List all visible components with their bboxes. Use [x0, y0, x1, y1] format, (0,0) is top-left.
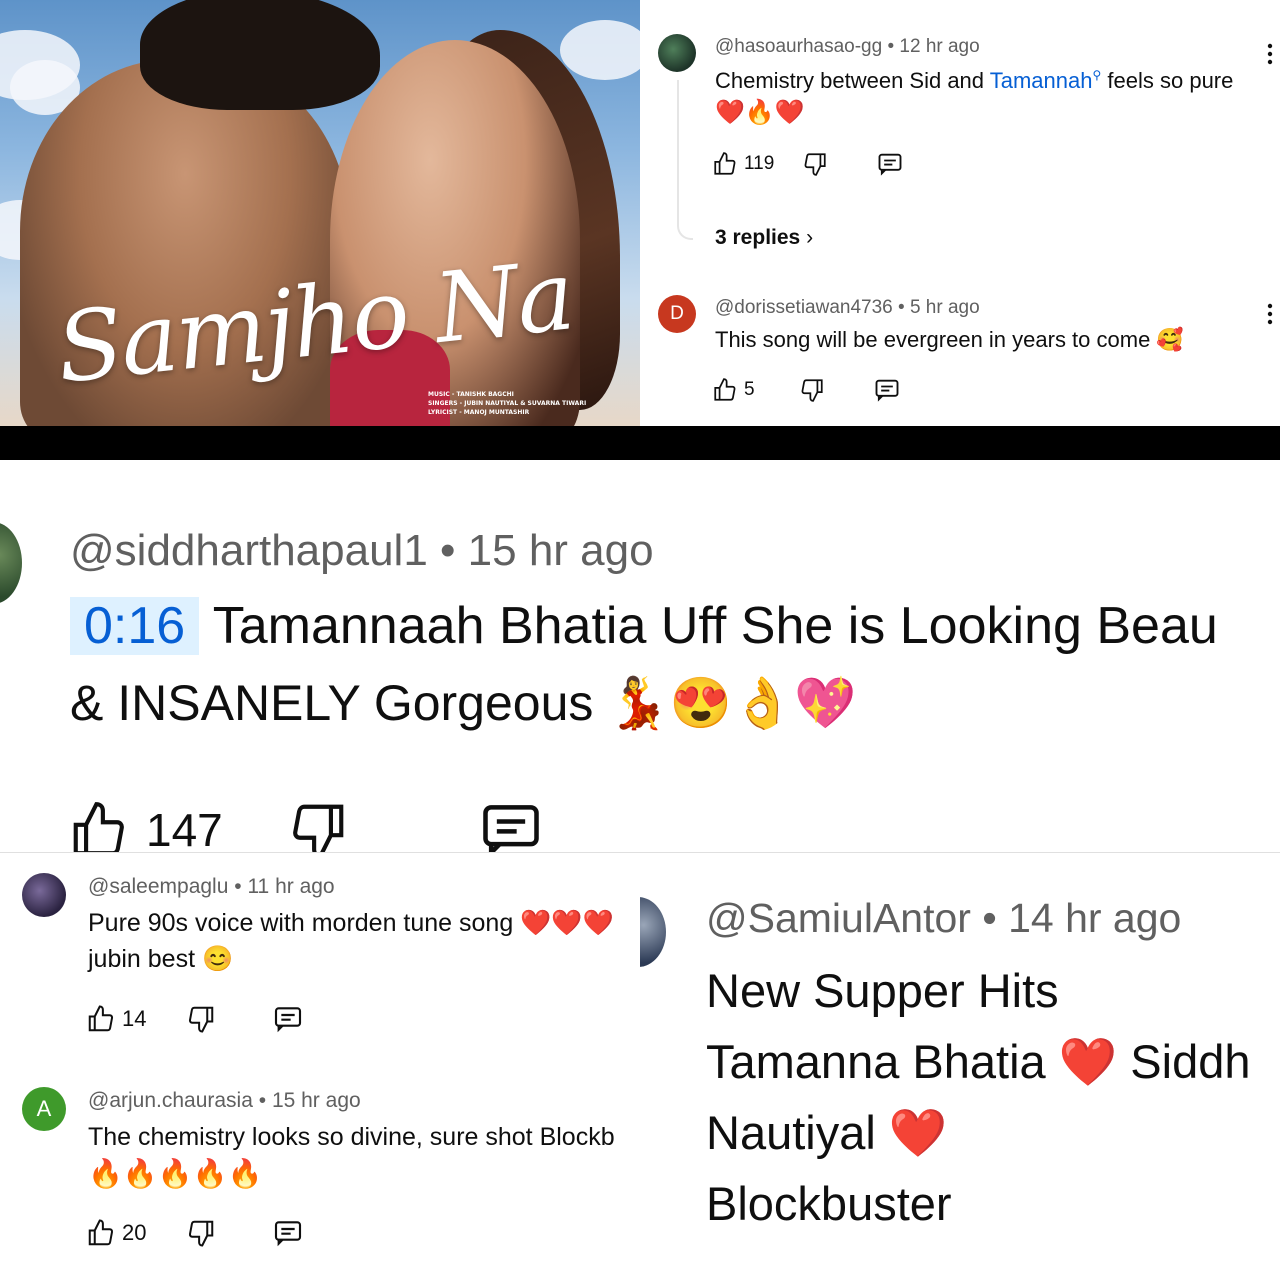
comment-text-part: Tamannaah Bhatia Uff She is Looking Beau	[212, 597, 1218, 655]
action-bar: 5	[712, 374, 901, 406]
comment-emoji: 🔥🔥🔥🔥🔥	[88, 1157, 263, 1190]
comment-meta: @dorissetiawan4736 • 5 hr ago	[715, 297, 980, 318]
comment-meta: @hasoaurhasao-gg • 12 hr ago	[715, 36, 980, 57]
thread-line	[677, 80, 693, 240]
username[interactable]: @saleempaglu	[88, 875, 228, 898]
credit-line: SINGERS - JUBIN NAUTIYAL & SUVARNA TIWAR…	[428, 400, 587, 407]
search-icon: ⚲	[1092, 68, 1102, 82]
comment-text: 0:16 Tamannaah Bhatia Uff She is Looking…	[70, 596, 1218, 656]
comment-time: 12 hr ago	[899, 36, 980, 57]
comment-text-line4: Blockbuster	[706, 1177, 952, 1230]
replies-label: 3 replies	[715, 226, 801, 249]
reply-icon[interactable]	[272, 1003, 304, 1035]
comment-time: 11 hr ago	[247, 875, 335, 898]
username[interactable]: @siddharthapaul1	[70, 526, 428, 575]
chevron-right-icon: ›	[806, 226, 814, 249]
more-options-icon[interactable]	[1266, 42, 1274, 71]
like-icon[interactable]	[86, 1218, 116, 1248]
comment-zoomed: @siddharthapaul1 • 15 hr ago 0:16 Tamann…	[0, 460, 1280, 852]
replies-button[interactable]: 3 replies ›	[715, 226, 813, 250]
comment-time: 14 hr ago	[1008, 895, 1182, 941]
action-bar: 14	[86, 1001, 304, 1037]
video-thumbnail[interactable]: Samjho Na MUSIC - TANISHK BAGCHI SINGERS…	[0, 0, 640, 426]
comment-meta: @saleempaglu • 11 hr ago	[88, 875, 335, 898]
action-bar: 119	[712, 148, 904, 180]
username[interactable]: @dorissetiawan4736	[715, 297, 893, 318]
comment-time: 15 hr ago	[467, 526, 654, 575]
username[interactable]: @hasoaurhasao-gg	[715, 36, 882, 57]
credit-line: LYRICIST - MANOJ MUNTASHIR	[428, 409, 530, 416]
comments-panel-top: @hasoaurhasao-gg • 12 hr ago Chemistry b…	[640, 0, 1280, 426]
comment-text-part: feels so pure	[1101, 68, 1234, 93]
dislike-icon[interactable]	[802, 151, 828, 177]
comments-panel-bottom-left: @saleempaglu • 11 hr ago Pure 90s voice …	[0, 853, 640, 1280]
like-count: 119	[744, 153, 775, 174]
reply-icon[interactable]	[272, 1217, 304, 1249]
avatar[interactable]	[640, 897, 666, 967]
action-bar: 147	[68, 798, 545, 852]
reply-icon[interactable]	[477, 796, 545, 852]
comment-text-line1: New Supper Hits	[706, 964, 1059, 1017]
avatar[interactable]	[658, 34, 696, 72]
avatar-letter: D	[670, 303, 684, 324]
comment-meta: @siddharthapaul1 • 15 hr ago	[70, 526, 654, 575]
comment-text: Chemistry between Sid and Tamannah⚲ feel…	[715, 68, 1233, 94]
comment-text-line2: & INSANELY Gorgeous 💃😍👌💖	[70, 675, 857, 731]
comment-meta: @SamiulAntor • 14 hr ago	[706, 895, 1182, 941]
man-hair	[140, 0, 380, 110]
comment-text-part: Chemistry between Sid and	[715, 68, 990, 93]
like-count: 14	[122, 1006, 147, 1031]
like-count: 5	[744, 379, 755, 400]
username[interactable]: @SamiulAntor	[706, 895, 971, 941]
avatar[interactable]	[0, 522, 22, 604]
dislike-icon[interactable]	[186, 1004, 216, 1034]
comment-text: Pure 90s voice with morden tune song ❤️❤…	[88, 909, 614, 937]
divider-bar	[0, 426, 1280, 460]
dislike-icon[interactable]	[186, 1218, 216, 1248]
comment-text-line2: jubin best 😊	[88, 945, 234, 973]
like-count: 20	[122, 1220, 147, 1245]
timestamp-link[interactable]: 0:16	[70, 597, 200, 655]
like-icon[interactable]	[712, 151, 738, 177]
dislike-icon[interactable]	[799, 377, 825, 403]
like-icon[interactable]	[86, 1004, 116, 1034]
comment-text: The chemistry looks so divine, sure shot…	[88, 1123, 615, 1151]
avatar[interactable]	[22, 873, 66, 917]
like-icon[interactable]	[712, 377, 738, 403]
more-options-icon[interactable]	[1266, 302, 1274, 331]
comment-text-line3: Nautiyal ❤️	[706, 1106, 948, 1159]
reply-icon[interactable]	[873, 376, 901, 404]
username[interactable]: @arjun.chaurasia	[88, 1089, 253, 1112]
reply-icon[interactable]	[876, 150, 904, 178]
dislike-icon[interactable]	[287, 799, 349, 852]
like-count: 147	[146, 804, 223, 852]
poster-credits: MUSIC - TANISHK BAGCHI SINGERS - JUBIN N…	[428, 390, 586, 417]
comment-text-line2: Tamanna Bhatia ❤️ Siddh	[706, 1035, 1251, 1088]
comment-text: This song will be evergreen in years to …	[715, 327, 1184, 352]
comment-time: 5 hr ago	[909, 297, 980, 318]
action-bar: 20	[86, 1215, 304, 1251]
comment-emoji: ❤️🔥❤️	[715, 98, 805, 126]
like-icon[interactable]	[68, 799, 130, 852]
avatar[interactable]: A	[22, 1087, 66, 1131]
avatar-letter: A	[36, 1096, 52, 1121]
comment-time: 15 hr ago	[271, 1089, 361, 1112]
comments-panel-bottom-right: @SamiulAntor • 14 hr ago New Supper Hits…	[640, 853, 1280, 1280]
comment-meta: @arjun.chaurasia • 15 hr ago	[88, 1089, 361, 1112]
credit-line: MUSIC - TANISHK BAGCHI	[428, 391, 514, 398]
avatar[interactable]: D	[658, 295, 696, 333]
cloud	[560, 20, 640, 80]
search-link[interactable]: Tamannah	[990, 68, 1093, 93]
